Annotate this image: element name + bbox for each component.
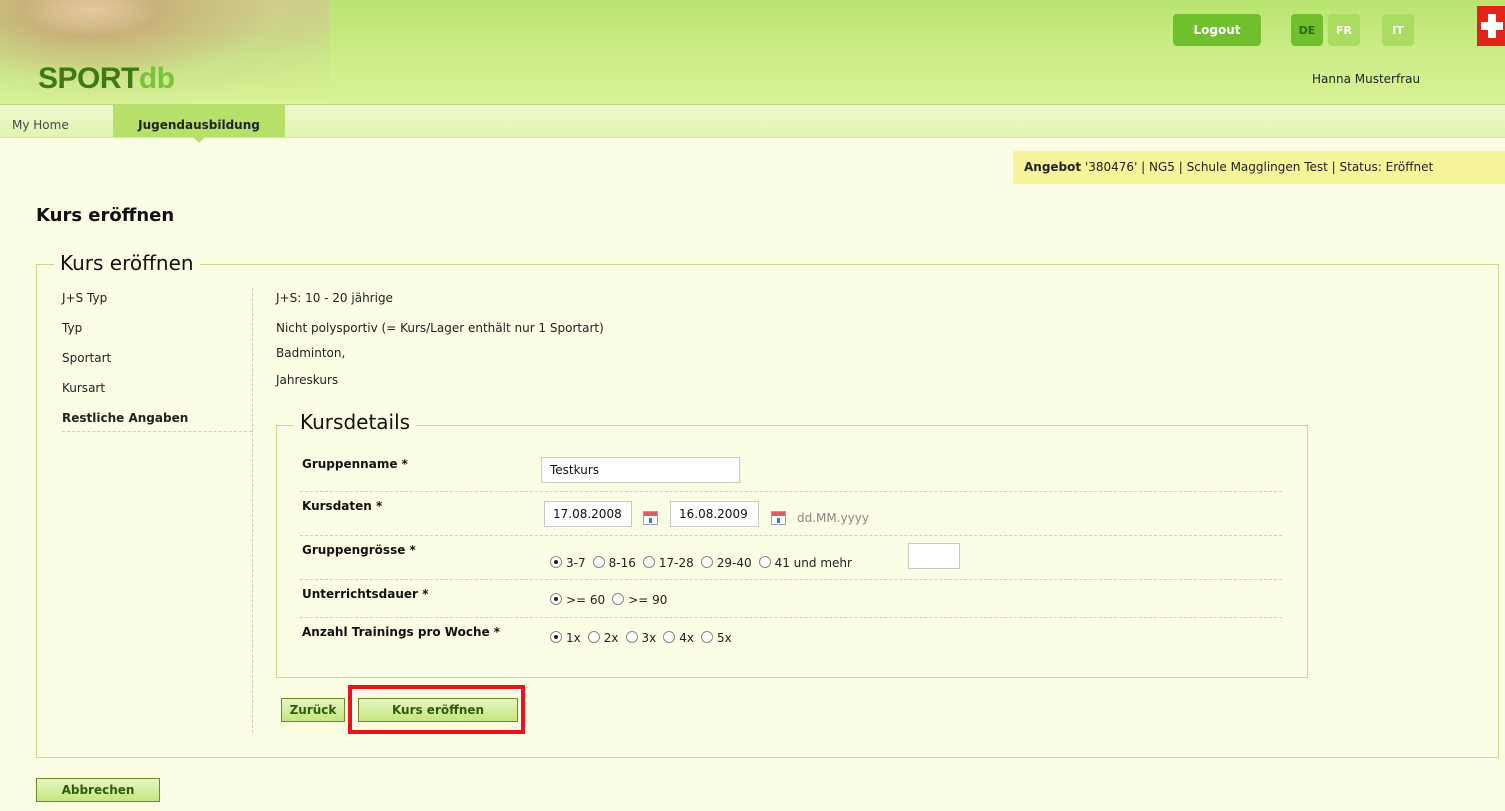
option-label: 4x: [679, 631, 694, 645]
user-name: Hanna Musterfrau: [1312, 72, 1421, 86]
sportdb-logo[interactable]: SPORTdb: [38, 62, 175, 96]
option-label: 41 und mehr: [774, 556, 852, 570]
row-divider: [300, 617, 1282, 618]
gruppenname-label: Gruppenname *: [302, 457, 408, 471]
nav-item-my-home[interactable]: My Home: [12, 105, 69, 137]
gruppenname-input[interactable]: Testkurs: [541, 457, 740, 483]
row-divider: [300, 491, 1282, 492]
option-label: 1x: [566, 631, 581, 645]
trainings-option[interactable]: 1x: [550, 631, 581, 645]
cancel-button[interactable]: Abbrechen: [36, 778, 160, 802]
nav-item-jugendausbildung[interactable]: Jugendausbildung: [113, 105, 285, 143]
back-button[interactable]: Zurück: [281, 698, 345, 722]
kursdaten-to-input[interactable]: 16.08.2009: [670, 501, 759, 527]
radio-icon[interactable]: [700, 556, 713, 568]
radio-icon[interactable]: [592, 556, 605, 568]
option-label: 3x: [641, 631, 657, 645]
kursart-value: Jahreskurs: [276, 373, 339, 387]
option-label: 2x: [603, 631, 619, 645]
kursdaten-label: Kursdaten *: [302, 499, 383, 513]
trainings-option[interactable]: 4x: [663, 631, 694, 645]
sportart-value: Badminton,: [276, 346, 346, 360]
step-divider: [62, 431, 252, 432]
unterrichtsdauer-option[interactable]: >= 90: [612, 593, 667, 607]
option-label: >= 60: [566, 593, 606, 607]
radio-icon[interactable]: [625, 631, 638, 643]
radio-icon[interactable]: [663, 631, 676, 643]
calendar-to-icon[interactable]: [771, 511, 786, 525]
option-label: 3-7: [566, 556, 586, 570]
radio-icon[interactable]: [758, 556, 771, 568]
radio-icon[interactable]: [587, 631, 600, 643]
option-label: >= 90: [628, 593, 668, 607]
highlight-box: [348, 685, 525, 734]
gruppengroesse-option[interactable]: 41 und mehr: [758, 556, 852, 570]
step-restliche-angaben: Restliche Angaben: [62, 411, 189, 425]
header: SPORTdb Logout DE FR IT Hanna Musterfrau: [0, 0, 1505, 105]
trainings-option[interactable]: 2x: [587, 631, 619, 645]
wizard-steps: J+S Typ Typ Sportart Kursart Restliche A…: [62, 291, 252, 441]
row-divider: [300, 535, 1282, 536]
kursdaten-from-input[interactable]: 17.08.2008: [544, 501, 632, 527]
main-nav: My Home Jugendausbildung: [0, 105, 1505, 143]
swiss-cross-icon: [1477, 6, 1505, 46]
angebot-status-bar: Angebot '380476' | NG5 | Schule Maggling…: [1013, 151, 1505, 184]
trainings-label: Anzahl Trainings pro Woche *: [302, 625, 501, 639]
lang-it-button[interactable]: IT: [1382, 14, 1414, 46]
row-divider: [300, 579, 1282, 580]
section-title: Kurs eröffnen: [54, 251, 200, 275]
lang-de-button[interactable]: DE: [1291, 14, 1323, 46]
trainings-option[interactable]: 5x: [701, 631, 732, 645]
lang-fr-button[interactable]: FR: [1328, 14, 1360, 46]
option-label: 8-16: [608, 556, 636, 570]
angebot-label: Angebot: [1024, 160, 1082, 174]
js-typ-value: J+S: 10 - 20 jährige: [276, 291, 393, 305]
logo-suffix-text: db: [138, 62, 175, 95]
radio-icon[interactable]: [612, 593, 625, 605]
radio-checked-icon[interactable]: [550, 593, 562, 605]
gruppengroesse-extra-input[interactable]: [908, 543, 960, 569]
vertical-separator: [252, 288, 253, 733]
option-label: 5x: [717, 631, 732, 645]
logo-main-text: SPORT: [38, 62, 139, 95]
step-js-typ: J+S Typ: [62, 291, 108, 305]
gruppengroesse-option[interactable]: 3-7: [550, 556, 586, 570]
option-label: 17-28: [658, 556, 694, 570]
step-sportart: Sportart: [62, 351, 112, 365]
step-typ: Typ: [62, 321, 83, 335]
gruppengroesse-option[interactable]: 29-40: [700, 556, 752, 570]
trainings-option[interactable]: 3x: [625, 631, 657, 645]
trainings-radio-group: 1x 2x 3x 4x 5x: [550, 631, 739, 645]
gruppengroesse-option[interactable]: 8-16: [592, 556, 636, 570]
angebot-text: '380476' | NG5 | Schule Magglingen Test …: [1081, 160, 1434, 174]
gruppengroesse-label: Gruppengrösse *: [302, 543, 416, 557]
unterrichtsdauer-label: Unterrichtsdauer *: [302, 587, 429, 601]
step-kursart: Kursart: [62, 381, 106, 395]
typ-value: Nicht polysportiv (= Kurs/Lager enthält …: [276, 321, 604, 335]
unterrichtsdauer-option[interactable]: >= 60: [550, 593, 605, 607]
gruppengroesse-radio-group: 3-7 8-16 17-28 29-40 41 und mehr: [550, 556, 852, 570]
date-format-hint: dd.MM.yyyy: [797, 511, 869, 525]
radio-checked-icon[interactable]: [550, 556, 562, 568]
page-title: Kurs eröffnen: [36, 205, 175, 226]
calendar-from-icon[interactable]: [643, 511, 658, 525]
gruppengroesse-option[interactable]: 17-28: [642, 556, 694, 570]
option-label: 29-40: [716, 556, 752, 570]
radio-checked-icon[interactable]: [550, 631, 562, 643]
logout-button[interactable]: Logout: [1173, 14, 1261, 46]
unterrichtsdauer-radio-group: >= 60 >= 90: [550, 593, 674, 607]
kursdetails-fieldset: [276, 425, 1308, 678]
radio-icon[interactable]: [642, 556, 655, 568]
radio-icon[interactable]: [701, 631, 713, 643]
kursdetails-title: Kursdetails: [294, 410, 417, 434]
